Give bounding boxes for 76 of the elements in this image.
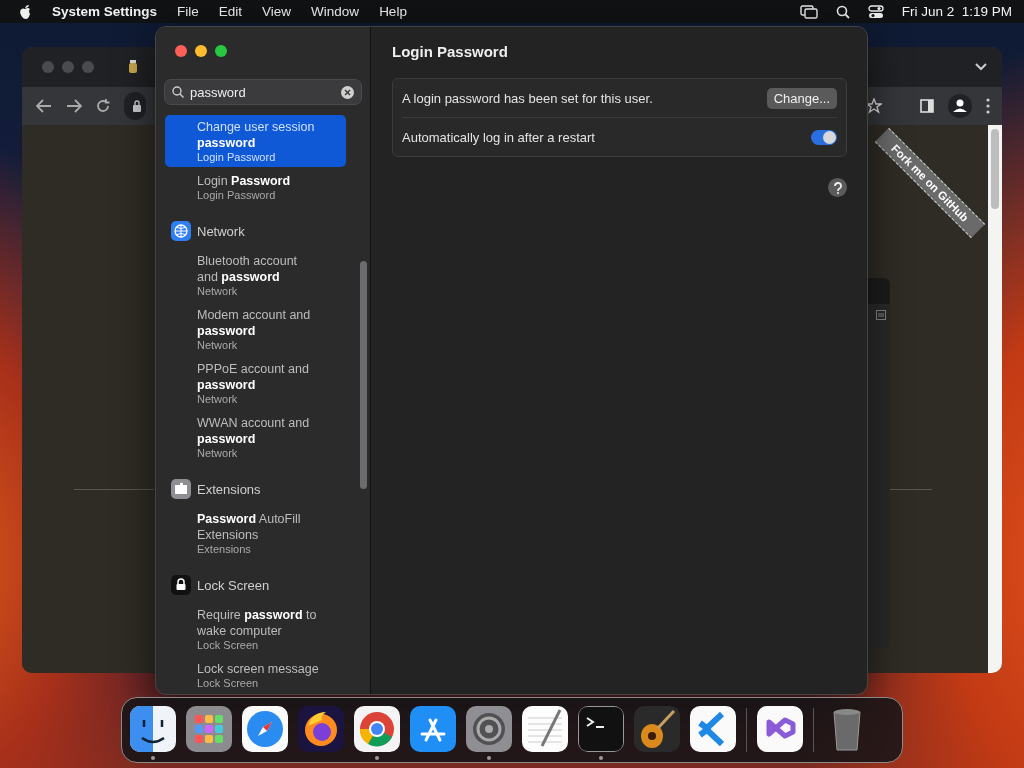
globe-icon xyxy=(171,221,191,241)
side-panel-icon[interactable] xyxy=(920,99,934,113)
search-result[interactable]: WWAN account and password Network xyxy=(165,411,346,463)
search-icon xyxy=(172,86,184,98)
menu-item[interactable]: Window xyxy=(311,4,360,19)
clock[interactable]: Fri Jun 2 1:19 PM xyxy=(901,4,1012,19)
more-options-icon[interactable] xyxy=(986,98,990,114)
terminal-icon xyxy=(578,706,624,752)
section-heading: Extensions xyxy=(197,481,261,497)
dock-app[interactable] xyxy=(298,706,344,752)
scrollbar-thumb[interactable] xyxy=(360,261,367,489)
compass-icon xyxy=(242,706,288,752)
round-browser-icon xyxy=(354,706,400,752)
help-button[interactable] xyxy=(828,178,847,197)
section-heading: Network xyxy=(197,223,245,239)
screen-mirroring-icon[interactable] xyxy=(799,4,818,19)
code-editor-icon xyxy=(690,706,736,752)
star-icon[interactable] xyxy=(866,98,882,114)
search-result[interactable]: Change user session password Login Password xyxy=(165,115,346,167)
menu-item[interactable]: Help xyxy=(379,4,407,19)
collapse-icon[interactable] xyxy=(876,310,886,320)
apple-logo-icon[interactable] xyxy=(18,3,32,20)
lock-icon xyxy=(132,100,142,112)
profile-avatar-icon[interactable] xyxy=(948,94,972,118)
pane-title: Login Password xyxy=(392,43,509,60)
search-result[interactable]: Modem account and password Network xyxy=(165,303,346,355)
window-zoom-button[interactable] xyxy=(215,45,227,57)
row-label: A login password has been set for this user. xyxy=(402,90,654,106)
window-close-button[interactable] xyxy=(175,45,187,57)
ide-logo-icon xyxy=(757,706,803,752)
dock-app[interactable] xyxy=(757,706,803,752)
search-icon[interactable] xyxy=(835,4,850,19)
reload-icon[interactable] xyxy=(96,99,110,113)
jar-icon xyxy=(128,60,138,74)
dock-app[interactable] xyxy=(522,706,568,752)
back-arrow-icon[interactable] xyxy=(36,99,52,113)
chevron-down-icon[interactable] xyxy=(974,62,988,72)
window-minimize-button[interactable] xyxy=(195,45,207,57)
fox-globe-icon xyxy=(298,706,344,752)
search-result[interactable]: Bluetooth account and password Network xyxy=(165,249,346,301)
menu-item[interactable]: File xyxy=(177,4,199,19)
menu-item[interactable]: Edit xyxy=(218,4,243,19)
change-button[interactable]: Change... xyxy=(766,87,837,109)
app-store-icon xyxy=(410,706,456,752)
toggle-switch[interactable] xyxy=(811,129,837,145)
menu-item[interactable]: View xyxy=(262,4,292,19)
app-grid-icon xyxy=(186,706,232,752)
row-label: Automatically log in after a restart xyxy=(402,129,596,145)
app-menu[interactable]: System Settings xyxy=(52,4,158,19)
padlock-icon xyxy=(171,575,191,595)
search-result[interactable]: Require password to wake computer Lock Screen xyxy=(165,603,346,655)
dock-app[interactable] xyxy=(186,706,232,752)
forward-arrow-icon[interactable] xyxy=(66,99,82,113)
section-heading: Lock Screen xyxy=(197,577,270,593)
scrollbar-thumb[interactable] xyxy=(991,129,999,209)
search-field[interactable]: password xyxy=(164,79,362,105)
dock-app[interactable] xyxy=(354,706,400,752)
dock-app[interactable] xyxy=(466,706,512,752)
gear-icon xyxy=(466,706,512,752)
address-bar[interactable] xyxy=(124,92,146,120)
search-result[interactable]: Password AutoFill Extensions Extensions xyxy=(165,507,346,559)
control-center-icon[interactable] xyxy=(867,4,884,19)
notepad-pen-icon xyxy=(522,706,568,752)
dock-app[interactable] xyxy=(690,706,736,752)
dock-app[interactable] xyxy=(242,706,288,752)
search-result[interactable]: PPPoE account and password Network xyxy=(165,357,346,409)
dock-app[interactable] xyxy=(410,706,456,752)
dock-app[interactable] xyxy=(578,706,624,752)
clear-search-icon[interactable] xyxy=(341,85,354,99)
smiling-face-tile-icon xyxy=(130,706,176,752)
search-result[interactable]: Login Password Login Password xyxy=(165,169,346,205)
question-mark-icon xyxy=(833,181,842,194)
dock-app[interactable] xyxy=(634,706,680,752)
search-result[interactable]: Lock screen message Lock Screen xyxy=(165,657,346,693)
guitar-icon xyxy=(634,706,680,752)
dock-app[interactable] xyxy=(130,706,176,752)
